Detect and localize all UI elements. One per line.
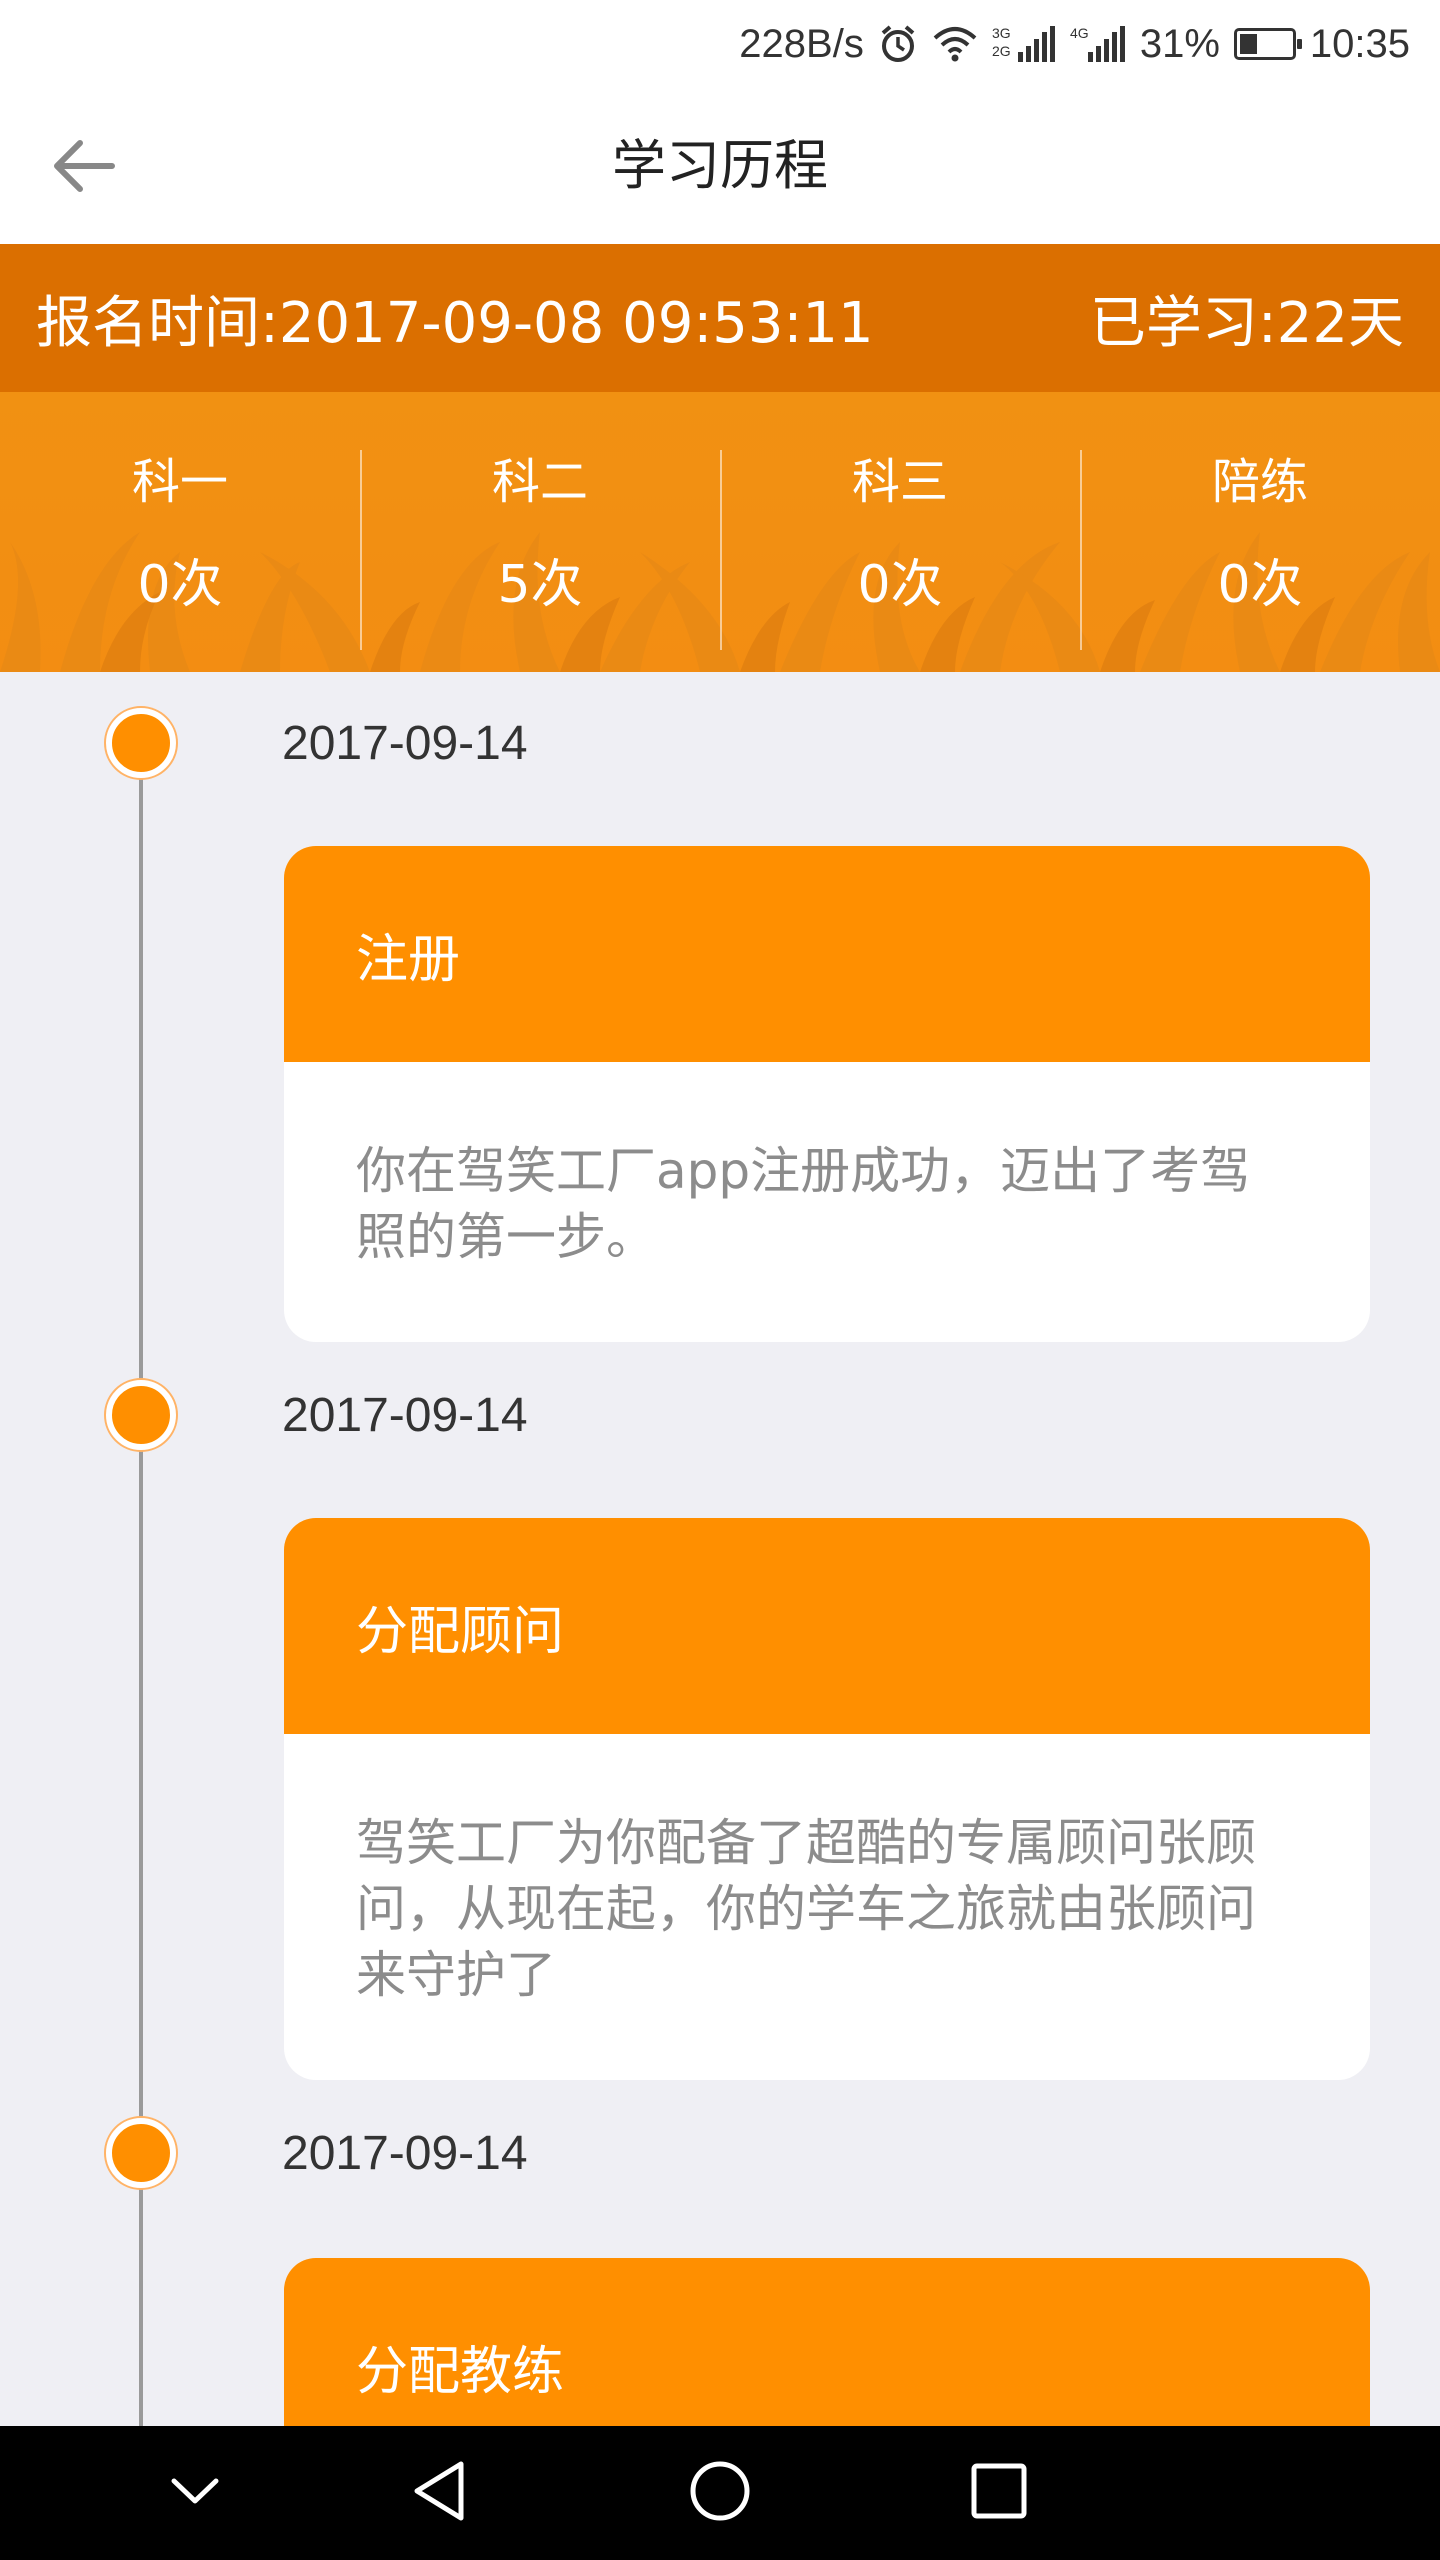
timeline-dot xyxy=(106,708,176,778)
collapse-icon xyxy=(170,2476,220,2510)
stat-subject-three[interactable]: 科三 0次 xyxy=(720,392,1080,672)
arrow-left-icon xyxy=(50,136,116,200)
stat-subject-two[interactable]: 科二 5次 xyxy=(360,392,720,672)
timeline: 2017-09-14 注册 你在驾笑工厂app注册成功，迈出了考驾照的第一步。 … xyxy=(0,672,1440,2426)
stat-subject-one[interactable]: 科一 0次 xyxy=(0,392,360,672)
enrollment-bar: 报名时间:2017-09-08 09:53:11 已学习:22天 xyxy=(0,244,1440,392)
timeline-date: 2017-09-14 xyxy=(282,2127,528,2180)
battery-icon xyxy=(1233,28,1302,60)
card-title: 分配教练 xyxy=(284,2258,1370,2426)
alarm-icon xyxy=(878,24,918,64)
battery-percent: 31% xyxy=(1139,21,1220,66)
title-bar: 学习历程 xyxy=(0,88,1440,244)
home-circle-icon xyxy=(688,2459,752,2527)
status-bar: 228B/s 3G 2G 4G 31% 10:35 xyxy=(0,0,1440,88)
wifi-icon xyxy=(932,24,978,64)
network-label-2g: 2G xyxy=(992,43,1011,59)
card-description: 你在驾笑工厂app注册成功，迈出了考驾照的第一步。 xyxy=(356,1142,1251,1266)
network-label-3g: 3G xyxy=(992,25,1011,41)
card-title: 分配顾问 xyxy=(284,1518,1370,1734)
timeline-date: 2017-09-14 xyxy=(282,717,528,770)
collapse-button[interactable] xyxy=(128,2426,262,2560)
back-triangle-icon xyxy=(409,2459,469,2527)
stat-practice[interactable]: 陪练 0次 xyxy=(1080,392,1440,672)
nav-recents-button[interactable] xyxy=(932,2426,1066,2560)
stats-banner: 科一 0次 科二 5次 科三 0次 陪练 0次 xyxy=(0,392,1440,672)
nav-home-button[interactable] xyxy=(653,2426,787,2560)
timeline-card-register[interactable]: 注册 你在驾笑工厂app注册成功，迈出了考驾照的第一步。 xyxy=(284,846,1370,1342)
timeline-date: 2017-09-14 xyxy=(282,1389,528,1442)
stat-label: 科三 xyxy=(851,454,948,510)
stat-label: 科一 xyxy=(131,454,228,510)
stats-row: 科一 0次 科二 5次 科三 0次 陪练 0次 xyxy=(0,392,1440,672)
nav-back-button[interactable] xyxy=(372,2426,506,2560)
card-description: 驾笑工厂为你配备了超酷的专属顾问张顾问，从现在起，你的学车之旅就由张顾问来守护了 xyxy=(356,1814,1256,2004)
signal-icon-1: 3G 2G xyxy=(992,24,1056,64)
back-button[interactable] xyxy=(50,128,150,208)
timeline-card-coach[interactable]: 分配教练 xyxy=(284,2258,1370,2426)
stat-label: 科二 xyxy=(491,454,588,510)
system-nav-bar xyxy=(0,2426,1440,2560)
page-title: 学习历程 xyxy=(612,134,828,197)
stat-count: 0次 xyxy=(137,555,223,615)
stat-count: 0次 xyxy=(1217,555,1303,615)
network-label-4g: 4G xyxy=(1070,25,1089,41)
timeline-dot xyxy=(106,2118,176,2188)
signal-icon-2: 4G xyxy=(1070,24,1126,64)
stat-count: 5次 xyxy=(497,555,583,615)
card-title: 注册 xyxy=(284,846,1370,1062)
timeline-card-advisor[interactable]: 分配顾问 驾笑工厂为你配备了超酷的专属顾问张顾问，从现在起，你的学车之旅就由张顾… xyxy=(284,1518,1370,2080)
enroll-time: 报名时间:2017-09-08 09:53:11 xyxy=(36,290,874,356)
recents-square-icon xyxy=(970,2462,1028,2524)
battery-fill xyxy=(1239,34,1257,54)
stat-label: 陪练 xyxy=(1211,454,1308,510)
network-speed: 228B/s xyxy=(739,21,864,66)
clock: 10:35 xyxy=(1309,21,1410,66)
study-days: 已学习:22天 xyxy=(1089,290,1404,356)
timeline-dot xyxy=(106,1380,176,1450)
stat-count: 0次 xyxy=(857,555,943,615)
